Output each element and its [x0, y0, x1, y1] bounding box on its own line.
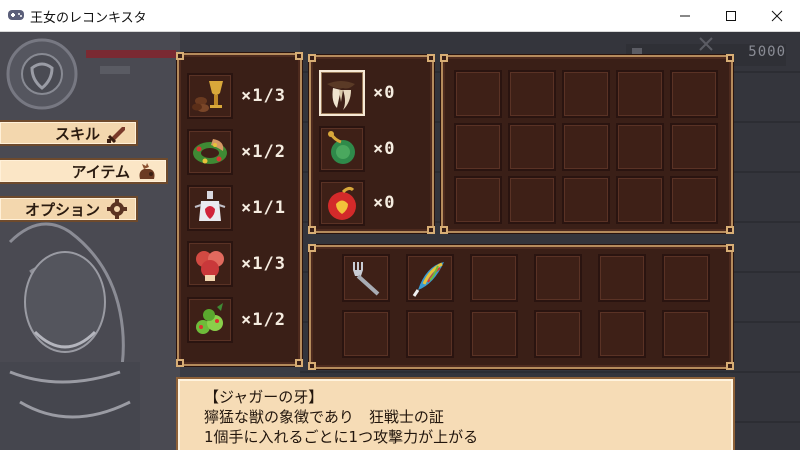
equipment-slot[interactable] — [342, 254, 390, 302]
gear-icon — [107, 199, 127, 219]
tab-option[interactable]: オプション — [0, 196, 138, 222]
red-apple-heart-icon — [328, 186, 356, 220]
green-token-icon — [328, 131, 355, 164]
empty-inventory-slot[interactable] — [598, 254, 646, 302]
empty-inventory-slot[interactable] — [616, 176, 664, 224]
trophy-fang[interactable]: ×0 — [319, 70, 395, 116]
empty-inventory-slot[interactable] — [562, 123, 610, 171]
empty-inventory-slot[interactable] — [508, 123, 556, 171]
trophy-apple[interactable]: ×0 — [319, 180, 395, 226]
item-slot[interactable] — [319, 180, 365, 226]
item-slot[interactable] — [187, 185, 233, 231]
empty-inventory-slot[interactable] — [616, 70, 664, 118]
empty-inventory-slot[interactable] — [342, 310, 390, 358]
equipment-grid — [308, 244, 734, 370]
key-items-panel: ×1/3 ×1/2 ×1/1 ×1/3 ×1/2 — [176, 52, 303, 367]
item-slot[interactable] — [319, 126, 365, 172]
empty-inventory-slot[interactable] — [406, 310, 454, 358]
green-berries-icon — [196, 303, 223, 334]
minimize-button[interactable] — [662, 0, 708, 31]
heart-potion-flask-icon — [194, 191, 226, 221]
jaguar-fang-icon — [327, 81, 355, 110]
empty-inventory-slot[interactable] — [534, 254, 582, 302]
empty-inventory-slot[interactable] — [534, 310, 582, 358]
red-mushroom-icon — [196, 251, 224, 281]
empty-inventory-slot[interactable] — [670, 176, 718, 224]
empty-inventory-slot[interactable] — [562, 176, 610, 224]
minimize-icon — [680, 15, 690, 16]
item-slot[interactable] — [187, 241, 233, 287]
game-viewport: 5000 スキル アイテム オプション ×1/3 ×1/2 ×1/1 ×1/3 … — [0, 32, 800, 450]
tab-item[interactable]: アイテム — [0, 158, 168, 184]
silver-fork-icon — [353, 262, 380, 296]
window-title: 王女のレコンキスタ — [30, 11, 147, 26]
sword-icon — [107, 127, 125, 143]
trophy-panel: ×0 ×0 ×0 — [308, 54, 435, 234]
empty-inventory-slot[interactable] — [470, 310, 518, 358]
maximize-button[interactable] — [708, 0, 754, 31]
item-slot[interactable] — [187, 297, 233, 343]
empty-inventory-slot[interactable] — [454, 70, 502, 118]
empty-inventory-slot[interactable] — [662, 310, 710, 358]
empty-inventory-slot[interactable] — [508, 70, 556, 118]
gold-counter: 5000 — [748, 44, 786, 60]
empty-inventory-slot[interactable] — [454, 176, 502, 224]
maximize-icon — [726, 10, 736, 21]
gamepad-icon — [8, 10, 24, 20]
close-button[interactable] — [754, 0, 800, 31]
empty-inventory-slot[interactable] — [598, 310, 646, 358]
pouch-icon — [139, 163, 155, 179]
item-slot-selected[interactable] — [319, 70, 365, 116]
item-slot[interactable] — [187, 73, 233, 119]
description-line-2: 1個手に入れるごとに1つ攻撃力が上がる — [204, 428, 479, 446]
tab-skill[interactable]: スキル — [0, 120, 138, 146]
key-item-goblet[interactable]: ×1/3 — [187, 73, 286, 119]
key-item-mushroom[interactable]: ×1/3 — [187, 241, 286, 287]
goblet-and-beans-icon — [192, 81, 223, 112]
empty-inventory-slot[interactable] — [508, 176, 556, 224]
holly-wreath-icon — [193, 139, 227, 164]
key-item-flask[interactable]: ×1/1 — [187, 185, 286, 231]
equipment-slot[interactable] — [406, 254, 454, 302]
description-title: 【ジャガーの牙】 — [204, 388, 324, 406]
empty-inventory-slot[interactable] — [670, 70, 718, 118]
empty-inventory-slot[interactable] — [562, 70, 610, 118]
rainbow-feather-icon — [412, 262, 444, 297]
key-item-wreath[interactable]: ×1/2 — [187, 129, 286, 175]
close-icon — [771, 10, 783, 21]
empty-inventory-slot[interactable] — [662, 254, 710, 302]
item-description-box: 【ジャガーの牙】 獰猛な獣の象徴であり 狂戦士の証 1個手に入れるごとに1つ攻撃… — [176, 377, 735, 450]
key-item-berries[interactable]: ×1/2 — [187, 297, 286, 343]
empty-inventory-slot[interactable] — [670, 123, 718, 171]
empty-inventory-slot[interactable] — [470, 254, 518, 302]
upper-inventory-grid — [440, 54, 734, 234]
item-slot[interactable] — [187, 129, 233, 175]
empty-inventory-slot[interactable] — [616, 123, 664, 171]
description-line-1: 獰猛な獣の象徴であり 狂戦士の証 — [204, 408, 444, 426]
window-titlebar: 王女のレコンキスタ — [0, 0, 800, 32]
empty-inventory-slot[interactable] — [454, 123, 502, 171]
trophy-token[interactable]: ×0 — [319, 126, 395, 172]
